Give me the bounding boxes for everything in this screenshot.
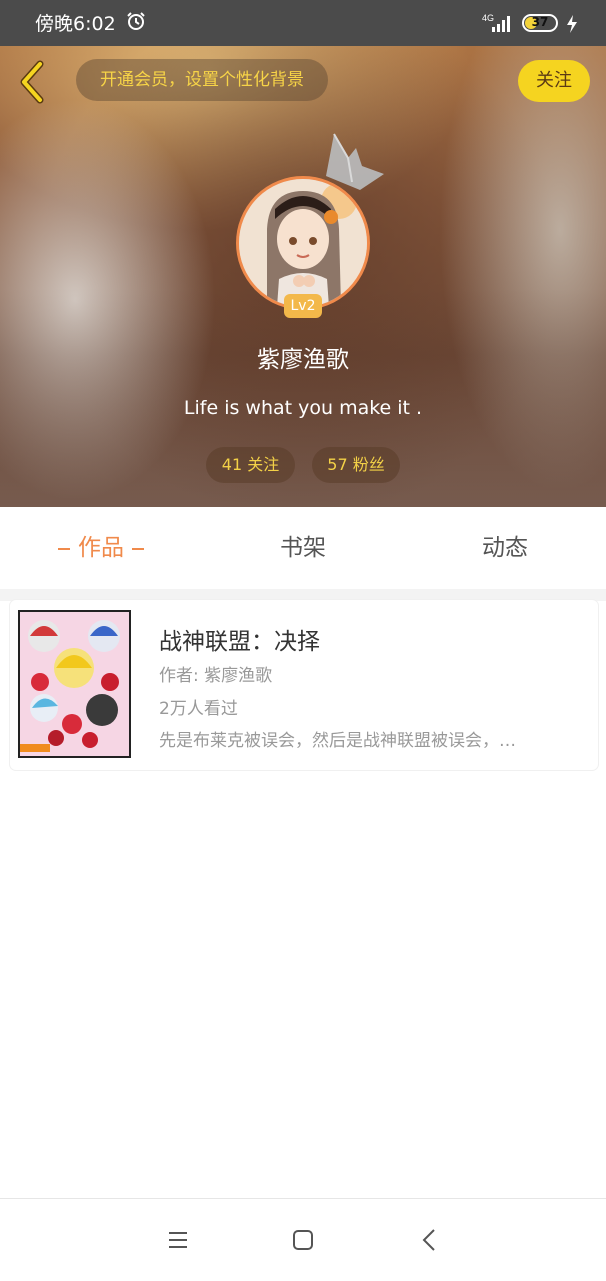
work-card[interactable]: 战神联盟：决择 作者: 紫廖渔歌 2万人看过 先是布莱克被误会，然后是战神联盟被… <box>10 600 598 770</box>
profile-tabs: 作品 书架 动态 <box>0 507 606 589</box>
tab-bookshelf[interactable]: 书架 <box>202 507 404 589</box>
level-badge: Lv2 <box>284 294 322 318</box>
battery-level: 37 <box>531 15 549 29</box>
tab-activity[interactable]: 动态 <box>404 507 606 589</box>
avatar-image <box>236 176 370 310</box>
vip-banner-button[interactable]: 开通会员，设置个性化背景 <box>76 59 328 101</box>
follow-button[interactable]: 关注 <box>518 60 590 102</box>
back-button[interactable] <box>14 58 54 106</box>
user-bio: Life is what you make it . <box>183 397 423 419</box>
following-count-button[interactable]: 41 关注 <box>206 447 295 483</box>
tab-works[interactable]: 作品 <box>0 507 202 589</box>
system-back-button[interactable] <box>415 1225 445 1255</box>
battery-icon: 37 <box>522 14 558 32</box>
tab-active-indicator-left <box>58 547 70 550</box>
work-author: 作者: 紫廖渔歌 <box>159 666 273 686</box>
status-time: 傍晚6:02 <box>35 13 116 35</box>
work-view-count: 2万人看过 <box>159 699 238 719</box>
system-navigation-bar <box>0 1198 606 1281</box>
home-icon <box>293 1230 313 1250</box>
tab-active-indicator-right <box>132 547 144 550</box>
alarm-icon <box>126 11 146 35</box>
menu-button[interactable] <box>163 1225 193 1255</box>
status-bar: 傍晚6:02 4G 37 <box>0 0 606 46</box>
tab-works-label: 作品 <box>78 535 124 561</box>
work-cover-image <box>18 610 131 758</box>
avatar[interactable] <box>236 176 370 310</box>
tab-activity-label: 动态 <box>482 535 528 561</box>
work-summary: 先是布莱克被误会，然后是战神联盟被误会，… <box>159 731 516 751</box>
back-icon <box>422 1229 435 1251</box>
menu-icon <box>169 1232 187 1248</box>
username: 紫廖渔歌 <box>257 347 349 373</box>
signal-icon: 4G <box>482 13 516 37</box>
tab-bookshelf-label: 书架 <box>280 535 326 561</box>
home-button[interactable] <box>288 1225 318 1255</box>
work-title: 战神联盟：决择 <box>159 629 320 655</box>
profile-header: 傍晚6:02 4G 37 开通会员，设置个性化背景 关注 Lv2 紫廖渔歌 Li… <box>0 0 606 507</box>
fans-count-button[interactable]: 57 粉丝 <box>312 447 400 483</box>
chevron-left-icon <box>20 60 44 104</box>
network-label: 4G <box>482 13 494 23</box>
charging-bolt-icon <box>566 15 578 37</box>
